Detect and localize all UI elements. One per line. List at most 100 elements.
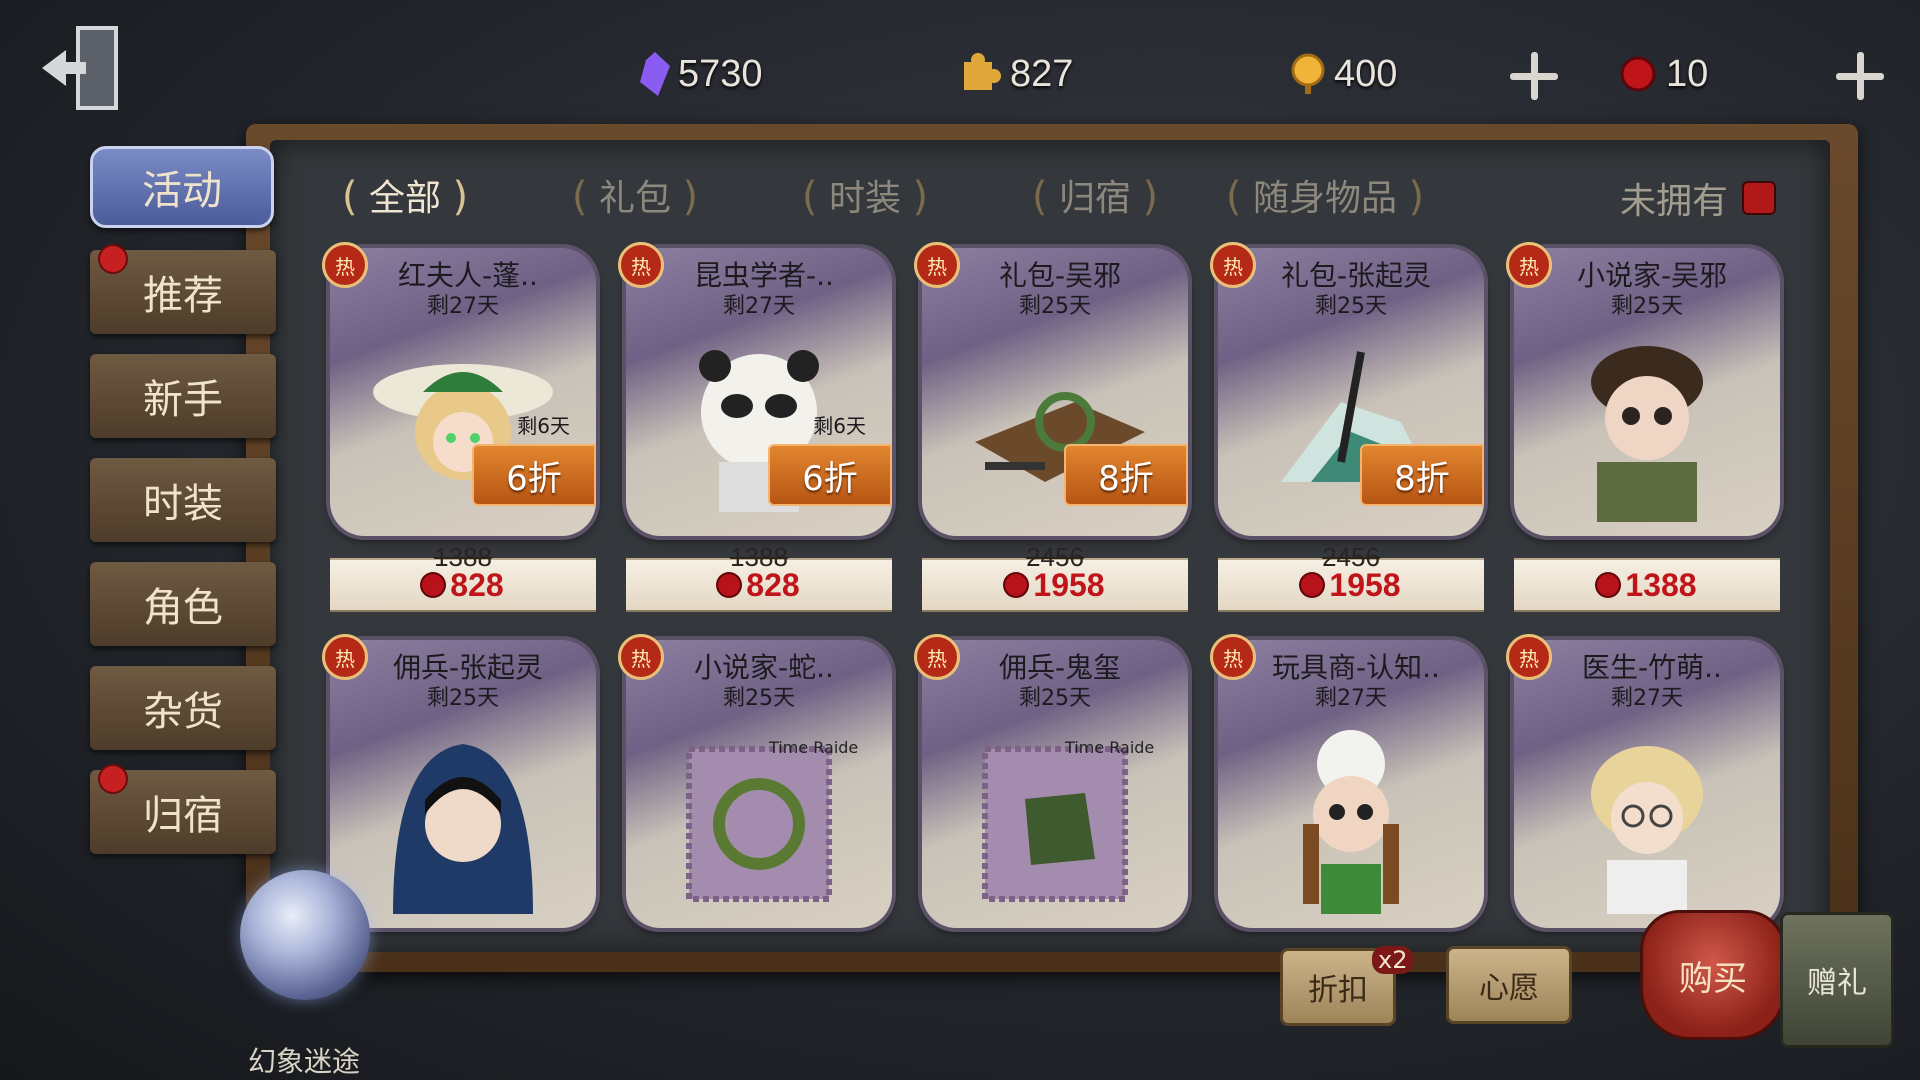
shop-item-card[interactable]: 红夫人-蓬.. 剩27天 剩6天 6折 热 1388 828 [322,242,596,612]
coin-amount: 400 [1334,52,1398,95]
shop-item-card[interactable]: 玩具商-认知.. 剩27天 热 [1210,634,1484,970]
hot-badge: 热 [322,242,368,288]
sidebar-item-goods[interactable]: 杂货 [90,666,276,750]
illusion-orb-button[interactable] [240,870,370,1000]
sidebar-item-events[interactable]: 活动 [90,146,274,228]
purple-crystal-icon [640,52,670,96]
sidebar-item-label: 归宿 [143,793,223,839]
hot-badge: 热 [1506,242,1552,288]
card-frame: 礼包-吴邪 剩25天 8折 [922,248,1188,536]
item-remaining-days: 剩25天 [1611,294,1683,319]
notification-dot [100,246,126,272]
stamp-caption: Time Raiders [1064,738,1155,757]
shop-item-card[interactable]: 佣兵-张起灵 剩25天 热 [322,634,596,970]
girl-portrait-image [1218,700,1484,928]
hooded-portrait-image [330,700,596,928]
hot-badge: 热 [914,242,960,288]
coupon-label: 折扣 [1308,973,1368,1008]
hot-badge: 热 [914,634,960,680]
currency-seal: 10 [1618,44,1708,104]
hot-badge: 热 [1210,634,1256,680]
crystal-amount: 5730 [678,52,763,95]
sidebar-item-label: 活动 [142,168,222,214]
add-seal-button[interactable] [1832,48,1888,104]
tab-all[interactable]: ( 全部 ) [290,169,520,221]
gift-label: 赠礼 [1807,966,1867,1001]
add-coin-button[interactable] [1506,48,1562,104]
price-bar: 1388 [1514,558,1780,612]
jade-seal-stamp-image: Time Raiders [922,700,1188,928]
buy-button[interactable]: 购买 [1640,910,1786,1040]
hot-badge: 热 [1506,634,1552,680]
shop-item-card[interactable]: 昆虫学者-.. 剩27天 剩6天 6折 热 1388 828 [618,242,892,612]
unowned-checkbox[interactable] [1742,181,1777,215]
tab-label: 全部 [368,178,441,219]
man-portrait-image [1514,308,1780,536]
puzzle-amount: 827 [1010,52,1074,95]
tab-outfits[interactable]: ( 时装 ) [750,169,980,221]
card-frame: 玩具商-认知.. 剩27天 [1218,640,1484,928]
discount-remaining-days: 剩6天 [517,414,570,438]
sidebar-item-label: 杂货 [143,689,223,735]
tab-accessories[interactable]: ( 随身物品 ) [1210,169,1440,221]
original-price: 1388 [730,542,788,572]
item-remaining-days: 剩27天 [427,294,499,319]
shop-item-card[interactable]: 小说家-蛇.. 剩25天 Time Raiders 热 [618,634,892,970]
tab-residence[interactable]: ( 归宿 ) [980,169,1210,221]
card-frame: 小说家-吴邪 剩25天 [1514,248,1780,536]
sidebar-item-label: 角色 [143,585,223,631]
gift-button[interactable]: 赠礼 [1780,912,1894,1048]
blonde-portrait-image [1514,700,1780,928]
currency-crystal: 5730 [640,44,763,104]
discount-badge: 6折 [472,444,596,506]
gold-coin-icon [1291,53,1325,94]
shop-item-card[interactable]: 小说家-吴邪 剩25天 热 1388 [1506,242,1780,612]
red-seal-icon [1005,574,1028,596]
item-remaining-days: 剩25天 [427,686,499,711]
item-remaining-days: 剩27天 [1315,686,1387,711]
notification-dot [100,766,126,792]
discount-badge: 8折 [1360,444,1484,506]
sidebar-item-newbie[interactable]: 新手 [90,354,276,438]
currency-puzzle: 827 [960,44,1073,104]
buy-label: 购买 [1679,958,1747,999]
tab-label: 归宿 [1058,178,1131,219]
hot-badge: 热 [1210,242,1256,288]
red-seal-icon [1597,574,1620,596]
item-remaining-days: 剩25天 [1019,686,1091,711]
shop-item-card[interactable]: 佣兵-鬼玺 剩25天 Time Raiders 热 [914,634,1188,970]
coupon-count-badge: x2 [1372,946,1414,974]
tab-label: 时装 [828,178,901,219]
shop-item-card[interactable]: 礼包-吴邪 剩25天 8折 热 2456 1958 [914,242,1188,612]
discount-remaining-days: 剩6天 [813,414,866,438]
card-frame: 红夫人-蓬.. 剩27天 剩6天 6折 [330,248,596,536]
card-frame: 医生-竹萌.. 剩27天 [1514,640,1780,928]
original-price: 1388 [434,542,492,572]
hot-badge: 热 [618,634,664,680]
exit-button[interactable] [36,18,136,118]
unowned-filter-label: 未拥有 [1620,181,1729,222]
price-value: 1388 [1625,566,1697,603]
card-frame: 佣兵-鬼玺 剩25天 Time Raiders [922,640,1188,928]
wishlist-button[interactable]: 心愿 [1446,946,1572,1024]
discount-badge: 6折 [768,444,892,506]
exit-door-icon [42,26,118,110]
stamp-caption: Time Raiders [768,738,859,757]
snake-ring-stamp-image: Time Raiders [626,700,892,928]
sidebar-item-characters[interactable]: 角色 [90,562,276,646]
seal-amount: 10 [1666,52,1709,95]
tab-label: 礼包 [598,178,671,219]
item-remaining-days: 剩25天 [1315,294,1387,319]
sidebar-item-label: 时装 [143,481,223,527]
hot-badge: 热 [322,634,368,680]
sidebar-item-outfits[interactable]: 时装 [90,458,276,542]
item-remaining-days: 剩27天 [1611,686,1683,711]
tab-bundles[interactable]: ( 礼包 ) [520,169,750,221]
sidebar-item-label: 推荐 [143,273,223,319]
category-tabs: ( 全部 ) ( 礼包 ) ( 时装 ) ( 归宿 ) ( 随身物品 ) [290,160,1810,230]
card-frame: 佣兵-张起灵 剩25天 [330,640,596,928]
shop-item-card[interactable]: 礼包-张起灵 剩25天 8折 热 2456 1958 [1210,242,1484,612]
card-frame: 小说家-蛇.. 剩25天 Time Raiders [626,640,892,928]
unowned-filter[interactable]: 未拥有 [1620,172,1777,224]
red-seal-icon [1620,56,1656,92]
